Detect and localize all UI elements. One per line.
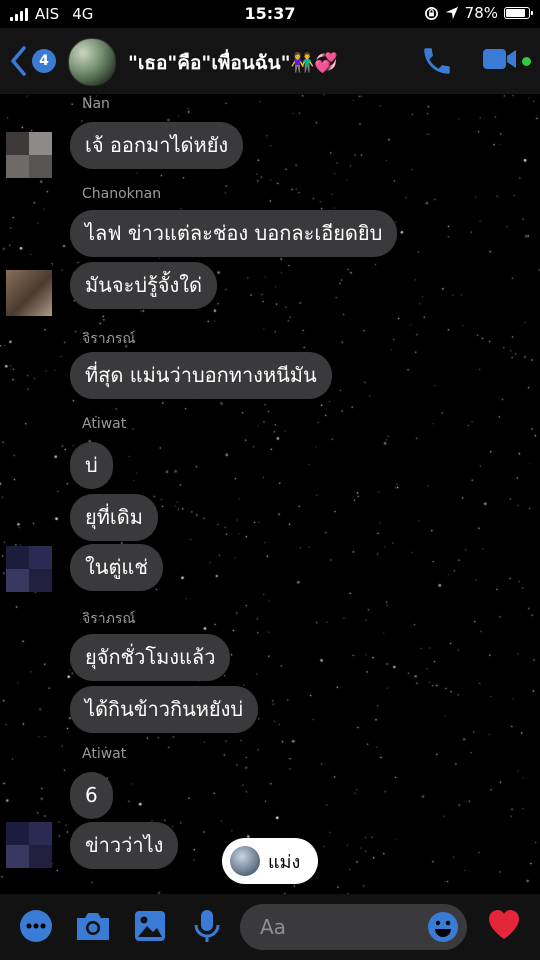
location-arrow-icon [445,6,458,20]
sender-name: จิราภรณ์ [82,611,136,627]
composer-bar [0,894,540,960]
online-indicator [522,57,531,66]
group-title[interactable]: "เธอ"คือ"เพื่อนฉัน"👫💞 [128,48,338,78]
message-bubble[interactable]: มันจะบ่รู้จั้งใด่ [70,262,217,309]
microphone-icon [194,910,220,942]
chevron-left-icon [11,46,26,76]
typing-avatar [230,846,260,876]
message-bubble[interactable]: เจ้ ออกมาได่หยัง [70,122,244,169]
message-bubble[interactable]: ไลฟ ข่าวแต่ละช่อง บอกละเอียดยิบ [70,210,398,257]
more-button[interactable] [18,908,54,948]
message-input-container[interactable] [240,904,467,950]
message-bubble[interactable]: ยุที่เดิม [70,494,158,541]
chat-header: 4 "เธอ"คือ"เพื่อนฉัน"👫💞 [0,28,540,94]
typing-indicator[interactable]: แม่ง [222,838,318,884]
unread-count-badge: 4 [32,49,56,73]
message-list: Nan เจ้ ออกมาได่หยัง Chanoknan ไลฟ ข่าวแ… [0,94,540,894]
video-camera-icon [483,49,516,69]
sender-name: Nan [82,96,110,112]
message-bubble[interactable]: ยุจักชั่วโมงแล้ว [70,634,231,681]
sender-name: จิราภรณ์ [82,331,136,347]
like-button[interactable] [486,907,522,947]
camera-button[interactable] [74,908,112,948]
voice-button[interactable] [192,908,222,948]
back-button[interactable]: 4 [8,44,56,78]
sender-avatar[interactable] [6,822,52,868]
video-call-button[interactable] [482,46,518,76]
emoji-icon [428,912,458,942]
call-button[interactable] [420,44,454,82]
group-avatar[interactable] [68,38,116,86]
rotation-lock-icon [424,6,438,20]
message-bubble[interactable]: ข่าวว่าไง [70,822,179,869]
message-bubble[interactable]: 6 [70,772,113,819]
sender-avatar[interactable] [6,546,52,592]
message-bubble[interactable]: ที่สุด แม่นว่าบอกทางหนีมัน [70,352,332,399]
sender-name: Atiwat [82,746,127,762]
gallery-button[interactable] [132,908,168,948]
sender-name: Chanoknan [82,186,162,202]
more-dots-icon [20,910,52,942]
typing-name: แม่ง [268,851,301,873]
battery-percent: 78% [464,4,498,22]
heart-icon [489,910,519,939]
battery-icon [504,7,533,19]
message-input[interactable] [258,914,412,940]
camera-icon [77,913,109,940]
message-bubble[interactable]: ในตู่แช่ [70,544,163,591]
emoji-button[interactable] [427,911,459,947]
status-bar: AIS 4G 15:37 78% [0,0,540,28]
sender-avatar[interactable] [6,132,52,178]
message-bubble[interactable]: บ่ [70,442,113,489]
sender-avatar[interactable] [6,270,52,316]
image-icon [135,911,165,941]
message-bubble[interactable]: ได้กินข้าวกินหยังบ่ [70,686,259,733]
phone-icon [424,48,450,74]
sender-name: Atiwat [82,416,127,432]
